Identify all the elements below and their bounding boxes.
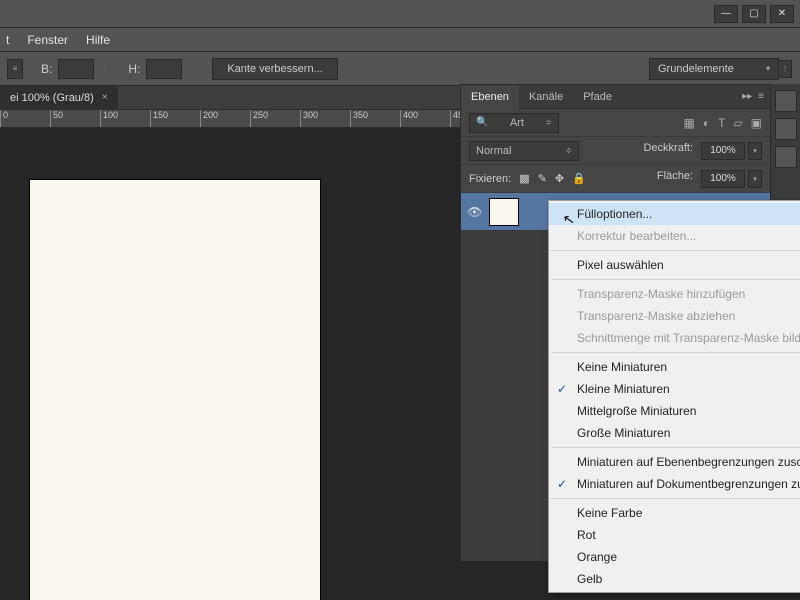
context-menu-separator xyxy=(551,498,800,499)
context-menu-separator xyxy=(551,279,800,280)
minimize-button[interactable]: — xyxy=(714,5,738,23)
context-menu-item: Transparenz-Maske hinzufügen xyxy=(549,283,800,305)
dock-icon-1[interactable] xyxy=(775,90,797,112)
maximize-button[interactable]: ▢ xyxy=(742,5,766,23)
close-tab-icon[interactable]: × xyxy=(102,92,108,103)
panel-menu-icon[interactable]: ≡ xyxy=(758,91,764,102)
check-icon: ✓ xyxy=(557,382,567,396)
context-menu-item[interactable]: Gelb xyxy=(549,568,800,590)
menu-item-hilfe[interactable]: Hilfe xyxy=(86,33,110,47)
lock-row: Fixieren: ▩ ✎ ✥ 🔒 Fläche: 100% ▾ xyxy=(461,165,770,193)
panel-tabs: Ebenen Kanäle Pfade ▸▸ ≡ xyxy=(461,85,770,109)
lock-position-icon[interactable]: ✥ xyxy=(555,172,564,185)
context-menu-label: Fülloptionen... xyxy=(577,207,652,221)
lock-label: Fixieren: xyxy=(469,173,511,185)
dock-icon-2[interactable] xyxy=(775,118,797,140)
context-menu-item[interactable]: Rot xyxy=(549,524,800,546)
filter-smart-icon[interactable]: ▣ xyxy=(751,116,762,130)
window-titlebar: — ▢ ✕ xyxy=(0,0,800,28)
context-menu-label: Transparenz-Maske abziehen xyxy=(577,309,735,323)
context-menu-item[interactable]: Miniaturen auf Ebenenbegrenzungen zuschn… xyxy=(549,451,800,473)
context-menu-label: Rot xyxy=(577,528,596,542)
opacity-field[interactable]: 100% xyxy=(701,142,745,160)
fill-field[interactable]: 100% xyxy=(701,170,745,188)
context-menu-item: Korrektur bearbeiten... xyxy=(549,225,800,247)
context-menu-item[interactable]: ✓ Kleine Miniaturen xyxy=(549,378,800,400)
context-menu-label: Miniaturen auf Dokumentbegrenzungen zusc… xyxy=(577,477,800,491)
context-menu-item[interactable]: Große Miniaturen xyxy=(549,422,800,444)
context-menu-item[interactable]: Keine Miniaturen xyxy=(549,356,800,378)
context-menu-item[interactable]: Mittelgroße Miniaturen xyxy=(549,400,800,422)
opacity-stepper[interactable]: ▾ xyxy=(748,142,762,160)
context-menu-label: Schnittmenge mit Transparenz-Maske bilde… xyxy=(577,331,800,345)
menu-item-truncated[interactable]: t xyxy=(6,33,9,47)
context-menu-label: Gelb xyxy=(577,572,602,586)
context-menu-label: Keine Miniaturen xyxy=(577,360,667,374)
opacity-label: Deckkraft: xyxy=(643,142,693,160)
context-menu-label: Miniaturen auf Ebenenbegrenzungen zuschn… xyxy=(577,455,800,469)
filter-shape-icon[interactable]: ▱ xyxy=(733,116,742,130)
fill-label: Fläche: xyxy=(657,170,693,188)
layer-context-menu: Fülloptionen... Korrektur bearbeiten... Pi… xyxy=(548,200,800,593)
context-menu-label: Keine Farbe xyxy=(577,506,642,520)
blend-mode-label: Normal xyxy=(476,145,511,157)
menu-bar: t Fenster Hilfe xyxy=(0,28,800,52)
menu-item-fenster[interactable]: Fenster xyxy=(27,33,68,47)
filter-type-icon[interactable]: T xyxy=(718,116,725,130)
tab-pfade[interactable]: Pfade xyxy=(573,85,622,109)
workspace-label: Grundelemente xyxy=(658,63,734,75)
lock-paint-icon[interactable]: ✎ xyxy=(538,172,547,185)
lock-transparency-icon[interactable]: ▩ xyxy=(519,172,529,185)
context-menu-item: Transparenz-Maske abziehen xyxy=(549,305,800,327)
tab-ebenen[interactable]: Ebenen xyxy=(461,85,519,109)
context-menu-label: Pixel auswählen xyxy=(577,258,664,272)
layer-filter-label: Art xyxy=(510,117,524,129)
context-menu-separator xyxy=(551,447,800,448)
panel-collapse-icon[interactable]: ▸▸ xyxy=(742,91,752,102)
options-bar: ≡ B: H: Kante verbessern... Grundelement… xyxy=(0,52,800,86)
context-menu-label: Transparenz-Maske hinzufügen xyxy=(577,287,745,301)
workspace-dropdown-stepper[interactable]: ⋮ xyxy=(778,60,792,78)
context-menu-item: Schnittmenge mit Transparenz-Maske bilde… xyxy=(549,327,800,349)
blend-row: Normal ≑ Deckkraft: 100% ▾ xyxy=(461,137,770,165)
height-field[interactable] xyxy=(146,59,182,79)
layer-thumbnail[interactable] xyxy=(489,198,519,226)
context-menu-label: Korrektur bearbeiten... xyxy=(577,229,696,243)
filter-adjust-icon[interactable]: ◐ xyxy=(703,116,710,130)
chevron-down-icon: ▾ xyxy=(766,64,770,73)
width-field[interactable] xyxy=(58,59,94,79)
context-menu-item[interactable]: Orange xyxy=(549,546,800,568)
check-icon: ✓ xyxy=(557,477,567,491)
visibility-icon[interactable]: 👁 xyxy=(467,205,481,219)
context-menu-item[interactable]: Pixel auswählen xyxy=(549,254,800,276)
swap-wh-icon[interactable] xyxy=(104,62,118,76)
workspace-dropdown[interactable]: Grundelemente ▾ xyxy=(649,58,779,80)
context-menu-item[interactable]: ✓ Miniaturen auf Dokumentbegrenzungen zus… xyxy=(549,473,800,495)
context-menu-item[interactable]: Keine Farbe xyxy=(549,502,800,524)
tab-kanaele[interactable]: Kanäle xyxy=(519,85,573,109)
context-menu-separator xyxy=(551,250,800,251)
context-menu-separator xyxy=(551,352,800,353)
layer-filter-dropdown[interactable]: 🔍 Art ≑ xyxy=(469,113,559,133)
width-label: B: xyxy=(41,62,52,76)
document-tab-title: ei 100% (Grau/8) xyxy=(10,92,94,104)
lock-all-icon[interactable]: 🔒 xyxy=(572,172,586,185)
layer-filter-row: 🔍 Art ≑ ▦ ◐ T ▱ ▣ xyxy=(461,109,770,137)
options-chevron[interactable]: ≡ xyxy=(7,59,23,79)
blend-mode-dropdown[interactable]: Normal ≑ xyxy=(469,141,579,161)
document-tab[interactable]: ei 100% (Grau/8) × xyxy=(0,86,118,110)
dock-icon-3[interactable] xyxy=(775,146,797,168)
document-canvas[interactable] xyxy=(30,180,320,600)
context-menu-label: Große Miniaturen xyxy=(577,426,670,440)
filter-pixel-icon[interactable]: ▦ xyxy=(683,116,694,130)
context-menu-label: Orange xyxy=(577,550,617,564)
refine-edge-button[interactable]: Kante verbessern... xyxy=(212,58,337,80)
context-menu-item[interactable]: Fülloptionen... xyxy=(549,203,800,225)
context-menu-label: Mittelgroße Miniaturen xyxy=(577,404,696,418)
height-label: H: xyxy=(128,62,140,76)
fill-stepper[interactable]: ▾ xyxy=(748,170,762,188)
close-button[interactable]: ✕ xyxy=(770,5,794,23)
context-menu-label: Kleine Miniaturen xyxy=(577,382,670,396)
